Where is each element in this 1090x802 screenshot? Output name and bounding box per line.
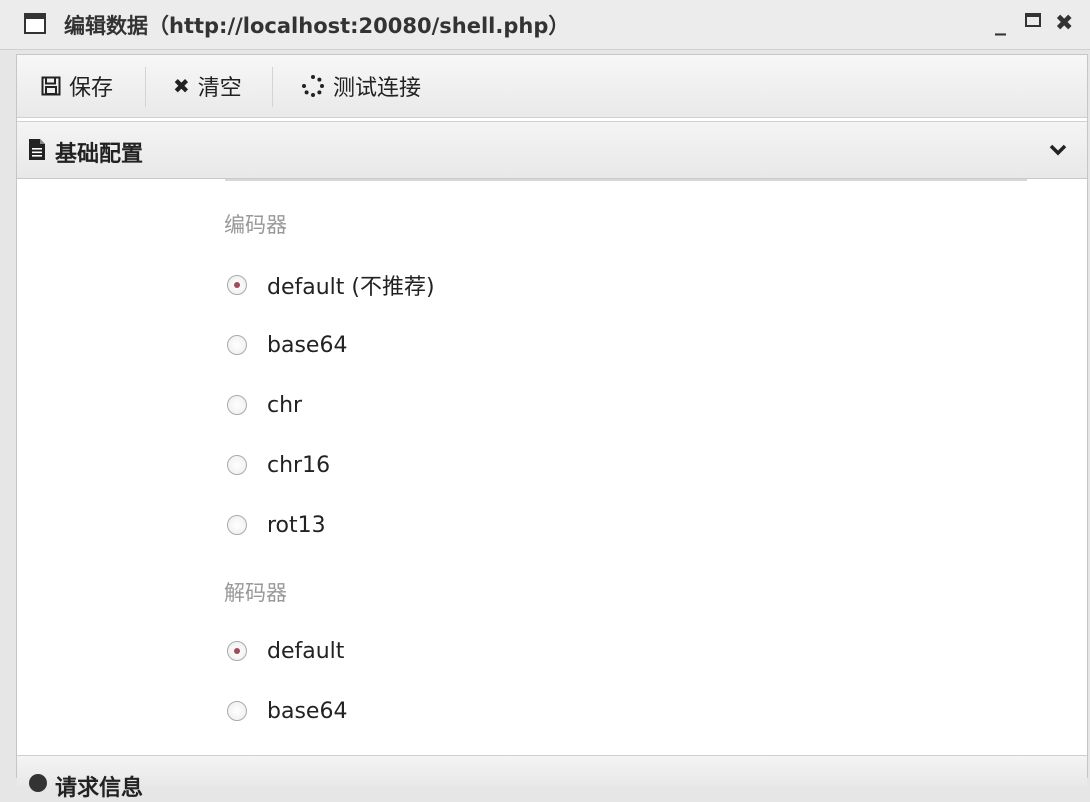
basic-config-header[interactable]: 基础配置 [17, 121, 1087, 179]
document-icon [29, 139, 45, 160]
encoder-option-rot13[interactable]: rot13 [227, 511, 326, 539]
window-title: 编辑数据（http://localhost:20080/shell.php） [64, 14, 570, 38]
radio-button[interactable] [227, 515, 247, 535]
decoder-option-default[interactable]: default [227, 637, 344, 665]
option-label: default [267, 638, 345, 664]
option-label: rot13 [267, 512, 326, 538]
option-label: chr16 [267, 452, 331, 478]
toolbar: 保存 ✖ 清空 测试连接 [17, 55, 1087, 118]
test-connection-label: 测试连接 [333, 76, 422, 101]
panel-title: 请求信息 [55, 776, 144, 801]
minimize-button[interactable]: _ [995, 11, 1006, 37]
spinner-icon [302, 75, 324, 97]
window-icon [24, 13, 46, 34]
radio-button[interactable] [227, 395, 247, 415]
clear-label: 清空 [197, 76, 242, 101]
toolbar-separator [145, 67, 146, 107]
dialog-frame: 保存 ✖ 清空 测试连接 基础配置 编码器 default (不推荐) base… [16, 54, 1088, 801]
basic-config-content: 编码器 default (不推荐) base64 chr chr16 rot13… [17, 179, 1087, 755]
encoder-option-chr[interactable]: chr [227, 391, 302, 419]
save-icon [41, 76, 61, 96]
decoder-option-base64[interactable]: base64 [227, 697, 347, 725]
radio-button[interactable] [227, 455, 247, 475]
decoder-label: 解码器 [224, 581, 287, 605]
option-label: default (不推荐) [267, 275, 435, 300]
info-icon [29, 774, 47, 792]
radio-button[interactable] [227, 701, 247, 721]
toolbar-separator [272, 67, 273, 107]
save-button[interactable]: 保存 [41, 71, 113, 101]
save-label: 保存 [69, 76, 114, 101]
maximize-button[interactable] [1025, 13, 1041, 27]
divider [225, 179, 1027, 181]
radio-button[interactable] [227, 335, 247, 355]
chevron-down-icon[interactable] [1047, 139, 1069, 161]
option-label: chr [267, 392, 303, 418]
encoder-option-chr16[interactable]: chr16 [227, 451, 330, 479]
close-button[interactable]: ✖ [1055, 11, 1073, 37]
encoder-option-base64[interactable]: base64 [227, 331, 347, 359]
option-label: base64 [267, 332, 348, 358]
radio-button[interactable] [227, 275, 247, 295]
panel-title: 基础配置 [55, 142, 144, 167]
test-connection-button[interactable]: 测试连接 [301, 71, 421, 101]
window-titlebar: 编辑数据（http://localhost:20080/shell.php） _… [0, 0, 1090, 50]
encoder-option-default[interactable]: default (不推荐) [227, 271, 435, 300]
clear-button[interactable]: ✖ 清空 [173, 71, 242, 101]
encoder-label: 编码器 [224, 213, 287, 237]
option-label: base64 [267, 698, 348, 724]
clear-icon: ✖ [173, 74, 190, 98]
radio-button[interactable] [227, 641, 247, 661]
request-info-header[interactable]: 请求信息 [17, 755, 1087, 801]
